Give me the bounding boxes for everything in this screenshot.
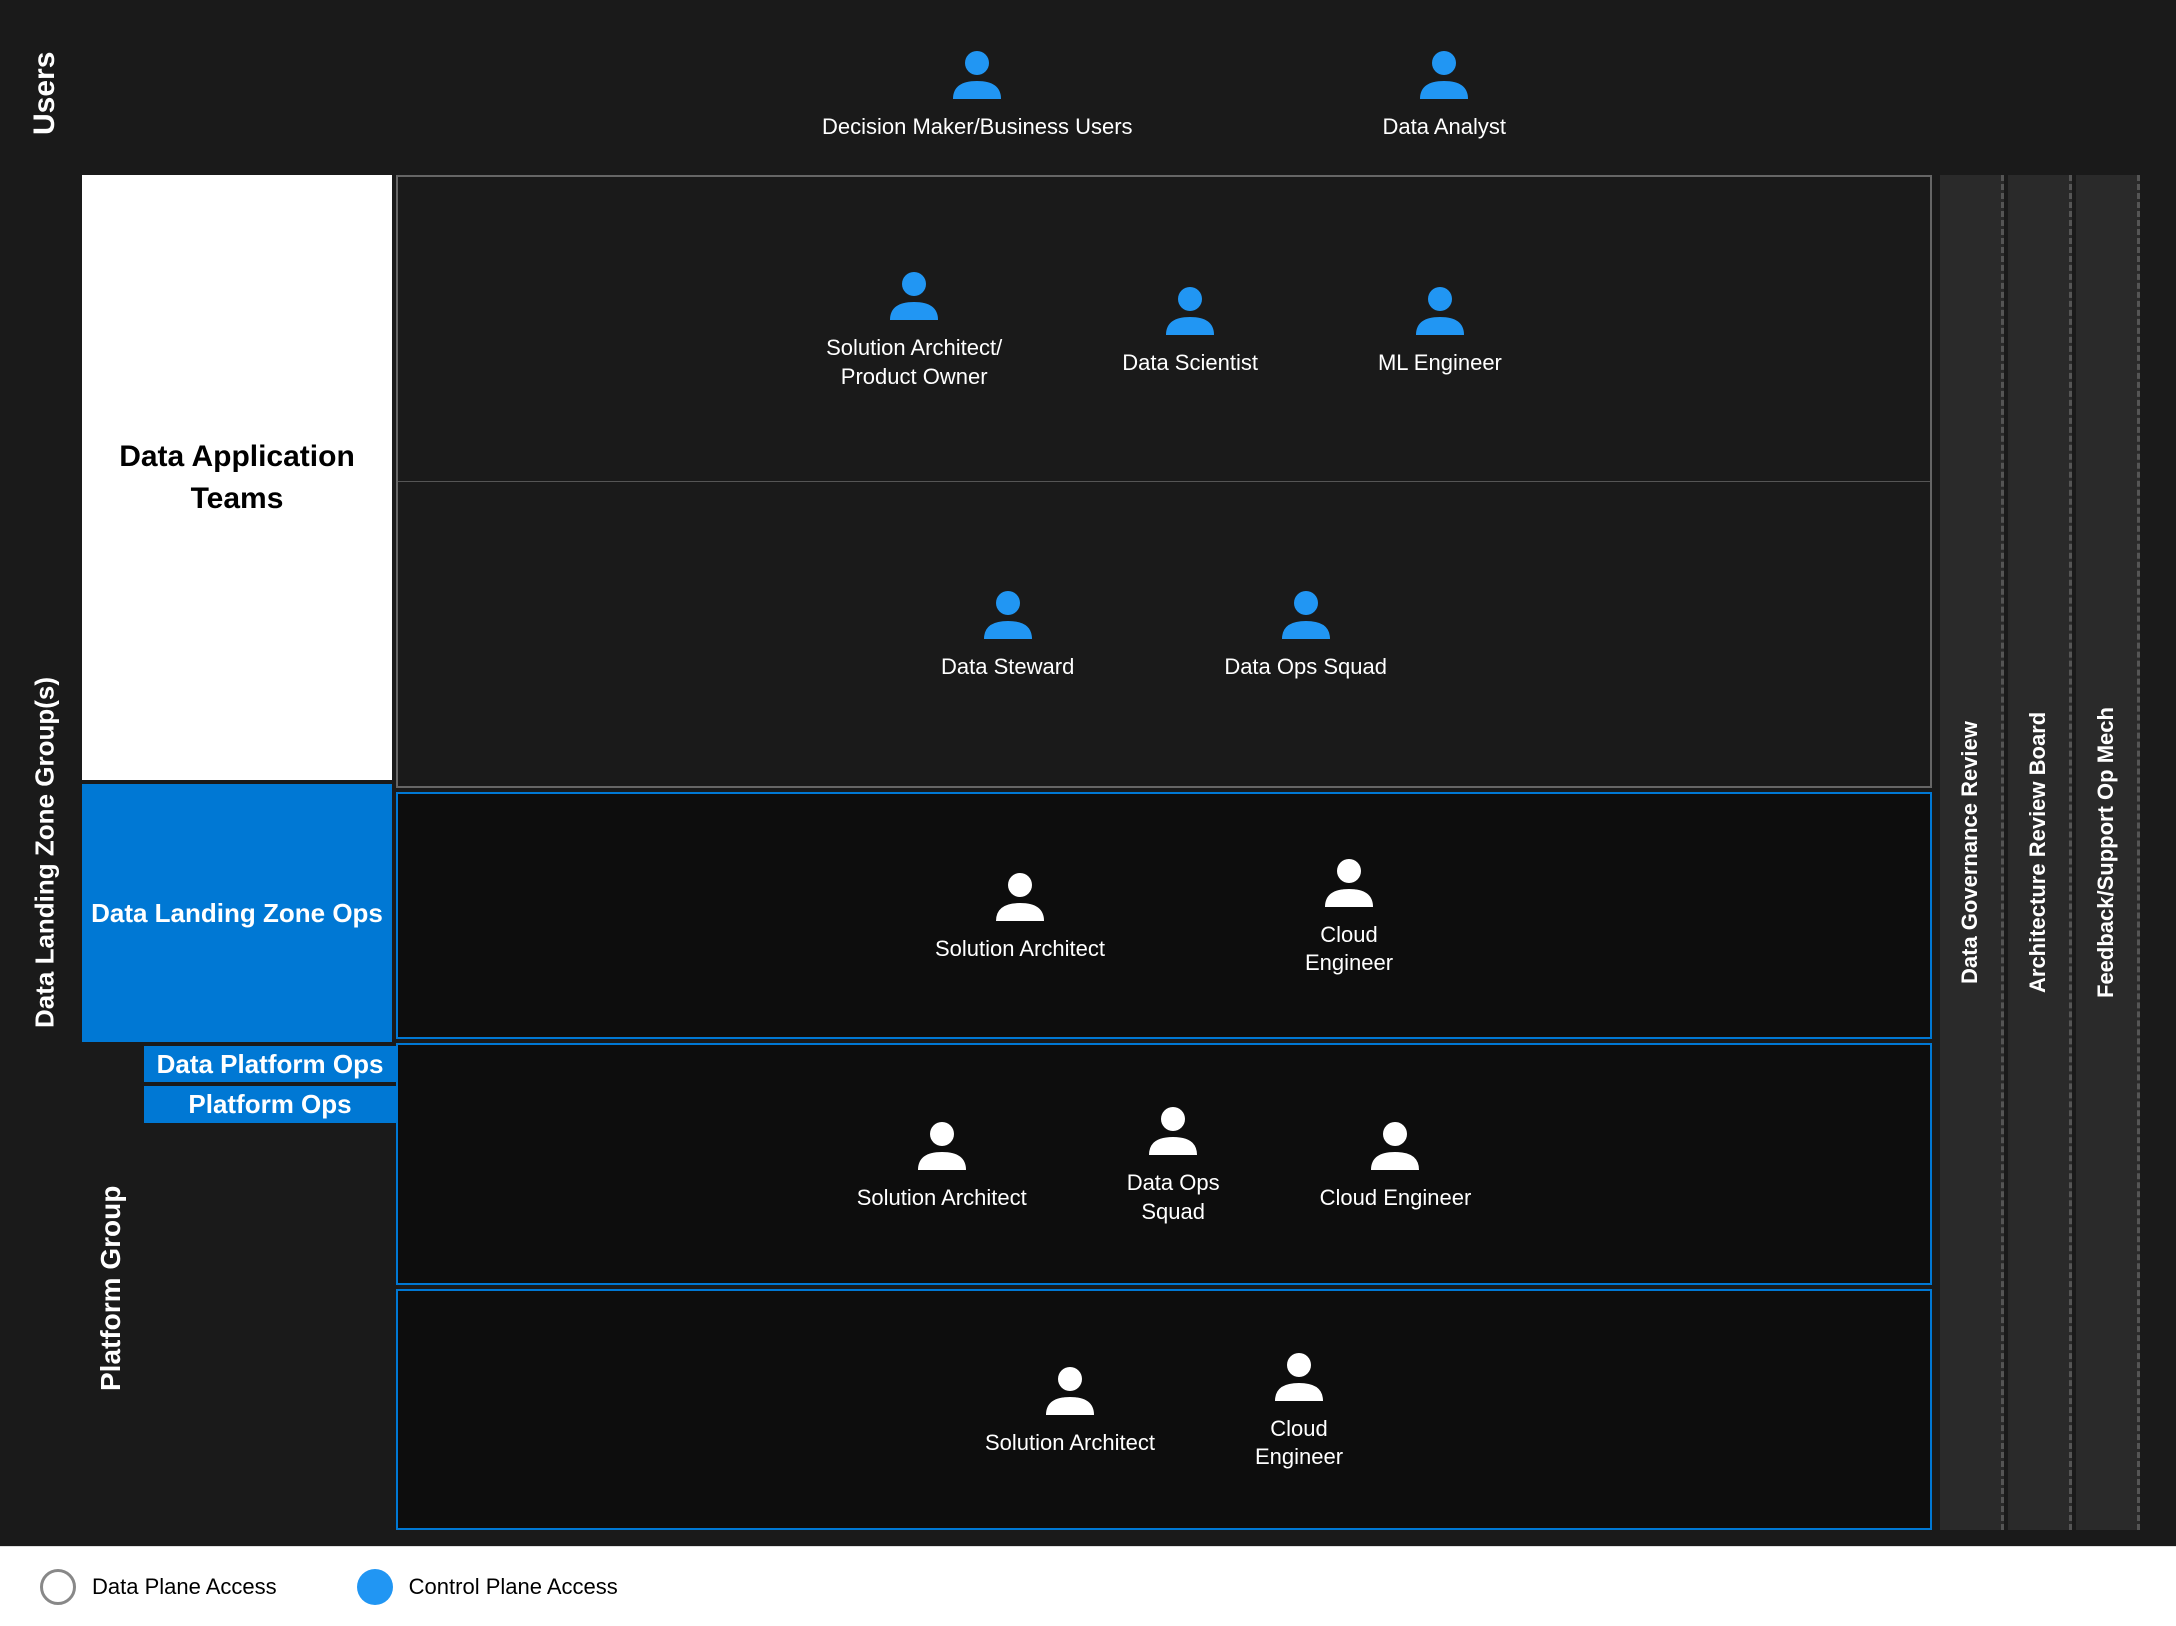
dpo-data-ops-squad-person: Data OpsSquad	[1127, 1101, 1220, 1226]
diagram-area: Users Data Landing Zone Group(s) Decisio…	[0, 0, 2176, 1546]
po-solution-architect-person: Solution Architect	[985, 1361, 1155, 1458]
platform-ops-content: Solution Architect CloudEngineer	[396, 1289, 1932, 1530]
center-area: Decision Maker/Business Users Data Analy…	[82, 16, 1932, 1530]
data-platform-ops-label: Data Platform Ops	[144, 1046, 396, 1082]
side-panels-container: Data Governance Review Architecture Revi…	[1940, 16, 2160, 1530]
data-platform-ops-content: Solution Architect Data OpsSquad	[396, 1043, 1932, 1284]
data-plane-label: Data Plane Access	[92, 1574, 277, 1600]
users-blank-spacer	[82, 16, 392, 171]
dlzg-label: Data Landing Zone Group(s)	[16, 175, 74, 1530]
control-plane-label: Control Plane Access	[409, 1574, 618, 1600]
page-wrapper: Users Data Landing Zone Group(s) Decisio…	[0, 0, 2176, 1626]
architecture-review-text: Architecture Review Board	[2023, 712, 2054, 993]
feedback-support-panel: Feedback/Support Op Mech	[2076, 175, 2140, 1530]
dlz-cloud-engineer-person: CloudEngineer	[1305, 853, 1393, 978]
data-scientist-person: Data Scientist	[1122, 281, 1258, 378]
solution-architect-po-icon	[884, 266, 944, 326]
platform-group-container: Platform Group Data Platform Ops Platfor…	[82, 1046, 392, 1530]
data-ops-squad-dat-label: Data Ops Squad	[1224, 653, 1387, 682]
control-plane-icon	[357, 1569, 393, 1605]
dlz-cloud-engineer-label: CloudEngineer	[1305, 921, 1393, 978]
platform-group-label: Platform Group	[82, 1046, 140, 1530]
groups-right-content: Solution Architect/Product Owner Data Sc…	[396, 175, 1932, 1530]
data-analyst-icon	[1414, 45, 1474, 105]
dpo-solution-architect-person: Solution Architect	[857, 1116, 1027, 1213]
decision-maker-person: Decision Maker/Business Users	[822, 45, 1133, 142]
data-plane-legend-item: Data Plane Access	[40, 1569, 277, 1605]
dpo-data-ops-squad-icon	[1143, 1101, 1203, 1161]
dat-right-container: Solution Architect/Product Owner Data Sc…	[396, 175, 1932, 788]
dlz-right-container: Solution Architect CloudEngineer	[396, 792, 1932, 1039]
platform-content-rows: Solution Architect Data OpsSquad	[396, 1043, 1932, 1530]
groups-left-labels: Data Application Teams Data Landing Zone…	[82, 175, 392, 1530]
users-persons-area: Decision Maker/Business Users Data Analy…	[396, 16, 1932, 171]
architecture-review-panel: Architecture Review Board	[2008, 175, 2072, 1530]
outer-left-labels: Users Data Landing Zone Group(s)	[16, 16, 74, 1530]
data-steward-icon	[978, 585, 1038, 645]
dlz-solution-architect-label: Solution Architect	[935, 935, 1105, 964]
legend: Data Plane Access Control Plane Access	[0, 1546, 2176, 1626]
dlz-label-cell: Data Landing Zone Ops	[82, 784, 392, 1042]
data-steward-person: Data Steward	[941, 585, 1074, 682]
groups-area: Data Application Teams Data Landing Zone…	[82, 175, 1932, 1530]
side-panels-content: Data Governance Review Architecture Revi…	[1940, 175, 2160, 1530]
dpo-solution-architect-label: Solution Architect	[857, 1184, 1027, 1213]
data-scientist-label: Data Scientist	[1122, 349, 1258, 378]
data-platform-ops-text: Data Platform Ops	[157, 1046, 384, 1082]
dlz-solution-architect-icon	[990, 867, 1050, 927]
platform-ops-text: Platform Ops	[188, 1086, 351, 1122]
decision-maker-icon	[947, 45, 1007, 105]
ml-engineer-label: ML Engineer	[1378, 349, 1502, 378]
dlz-cloud-engineer-icon	[1319, 853, 1379, 913]
data-plane-icon	[40, 1569, 76, 1605]
ml-engineer-icon	[1410, 281, 1470, 341]
solution-architect-po-person: Solution Architect/Product Owner	[826, 266, 1002, 391]
po-solution-architect-icon	[1040, 1361, 1100, 1421]
dpo-solution-architect-icon	[912, 1116, 972, 1176]
feedback-support-text: Feedback/Support Op Mech	[2091, 707, 2122, 998]
dat-top-row: Solution Architect/Product Owner Data Sc…	[398, 177, 1930, 482]
data-scientist-icon	[1160, 281, 1220, 341]
dat-label-text: Data Application Teams	[82, 436, 392, 520]
users-label: Users	[16, 16, 74, 171]
data-governance-text: Data Governance Review	[1955, 721, 1986, 984]
dpo-data-ops-squad-label: Data OpsSquad	[1127, 1169, 1220, 1226]
dpo-cloud-engineer-label: Cloud Engineer	[1320, 1184, 1472, 1213]
ml-engineer-person: ML Engineer	[1378, 281, 1502, 378]
data-analyst-label: Data Analyst	[1383, 113, 1507, 142]
po-cloud-engineer-label: CloudEngineer	[1255, 1415, 1343, 1472]
platform-rows-labels: Data Platform Ops Platform Ops	[144, 1046, 396, 1530]
side-panels-spacer	[1940, 16, 2160, 171]
data-ops-squad-dat-person: Data Ops Squad	[1224, 585, 1387, 682]
po-solution-architect-label: Solution Architect	[985, 1429, 1155, 1458]
solution-architect-po-label: Solution Architect/Product Owner	[826, 334, 1002, 391]
po-cloud-engineer-person: CloudEngineer	[1255, 1347, 1343, 1472]
dpo-cloud-engineer-person: Cloud Engineer	[1320, 1116, 1472, 1213]
data-analyst-person: Data Analyst	[1383, 45, 1507, 142]
data-governance-panel: Data Governance Review	[1940, 175, 2004, 1530]
data-steward-label: Data Steward	[941, 653, 1074, 682]
dat-label-cell: Data Application Teams	[82, 175, 392, 780]
data-ops-squad-dat-icon	[1276, 585, 1336, 645]
dlz-label-text: Data Landing Zone Ops	[91, 895, 383, 931]
platform-ops-label: Platform Ops	[144, 1086, 396, 1122]
users-row: Decision Maker/Business Users Data Analy…	[82, 16, 1932, 171]
dlz-solution-architect-person: Solution Architect	[935, 867, 1105, 964]
decision-maker-label: Decision Maker/Business Users	[822, 113, 1133, 142]
control-plane-legend-item: Control Plane Access	[357, 1569, 618, 1605]
dat-bottom-row: Data Steward Data Ops Squad	[398, 482, 1930, 786]
dpo-cloud-engineer-icon	[1365, 1116, 1425, 1176]
po-cloud-engineer-icon	[1269, 1347, 1329, 1407]
